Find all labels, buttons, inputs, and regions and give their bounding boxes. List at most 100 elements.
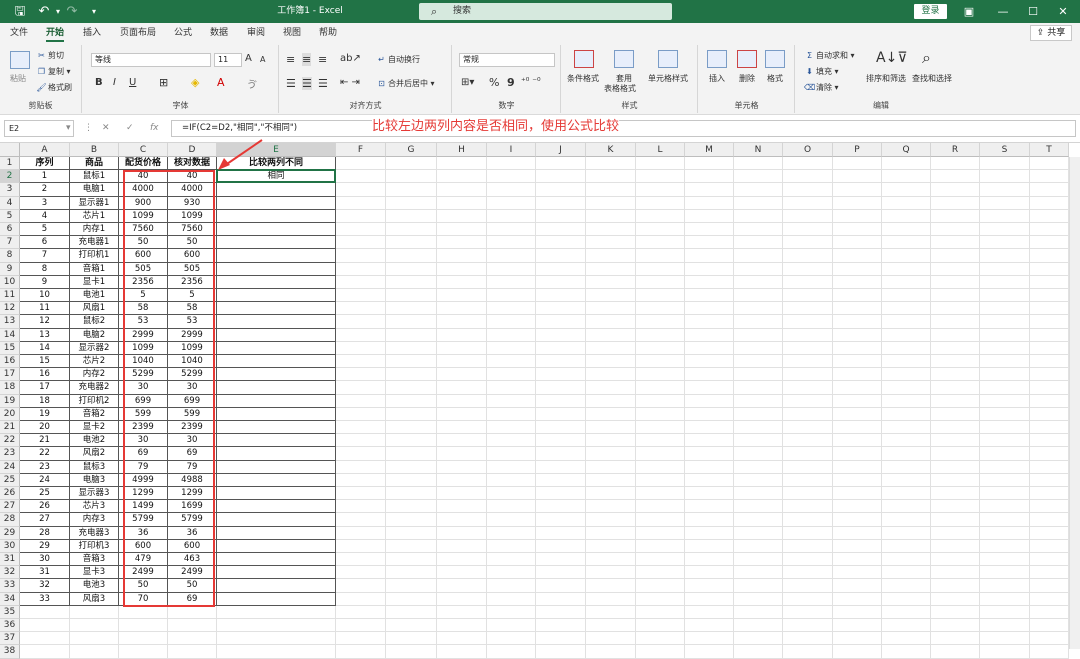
grid-cell[interactable] (931, 157, 980, 171)
grid-cell[interactable] (437, 249, 487, 263)
result-cell[interactable] (217, 447, 336, 461)
grid-cell[interactable] (882, 460, 931, 474)
grid-cell[interactable] (437, 579, 487, 593)
table-data-cell[interactable]: 20 (20, 421, 70, 435)
fill-color-icon[interactable]: ◈ (191, 76, 199, 89)
grid-cell[interactable] (980, 579, 1030, 593)
grid-cell[interactable] (487, 394, 536, 408)
table-data-cell[interactable]: 12 (20, 315, 70, 329)
grid-cell[interactable] (437, 421, 487, 435)
grid-cell[interactable] (931, 434, 980, 448)
name-box-dropdown-icon[interactable]: ▾ (66, 120, 71, 137)
formula-input[interactable]: =IF(C2=D2,"相同","不相同") (171, 120, 1076, 137)
grid-cell[interactable] (586, 157, 636, 171)
grid-cell[interactable] (437, 619, 487, 633)
currency-icon[interactable]: ⊞▾ (461, 77, 474, 88)
grid-cell[interactable] (685, 262, 734, 276)
grid-cell[interactable] (386, 355, 437, 369)
grid-cell[interactable] (882, 196, 931, 210)
grid-cell[interactable] (931, 249, 980, 263)
grid-cell[interactable] (336, 632, 386, 646)
grid-cell[interactable] (685, 328, 734, 342)
grid-cell[interactable] (536, 223, 586, 237)
grid-cell[interactable] (734, 526, 783, 540)
grid-cell[interactable] (586, 223, 636, 237)
grid-cell[interactable] (336, 196, 386, 210)
grid-cell[interactable] (386, 460, 437, 474)
underline-button[interactable]: U (129, 77, 136, 88)
grid-cell[interactable] (586, 473, 636, 487)
grid-cell[interactable] (833, 460, 882, 474)
grid-cell[interactable] (882, 368, 931, 382)
grid-cell[interactable] (1030, 209, 1069, 223)
grid-cell[interactable] (536, 460, 586, 474)
grid-cell[interactable] (536, 157, 586, 171)
grid-cell[interactable] (783, 368, 833, 382)
grid-cell[interactable] (386, 170, 437, 184)
grid-cell[interactable] (636, 513, 685, 527)
grid-cell[interactable] (980, 223, 1030, 237)
row-header-29[interactable]: 29 (0, 526, 20, 540)
result-cell[interactable] (217, 275, 336, 289)
grid-cell[interactable] (536, 236, 586, 250)
grid-cell[interactable] (734, 328, 783, 342)
table-data-cell[interactable]: 芯片2 (70, 355, 119, 369)
grid-cell[interactable] (685, 421, 734, 435)
grid-cell[interactable] (882, 223, 931, 237)
grid-cell[interactable] (980, 447, 1030, 461)
grid-cell[interactable] (487, 539, 536, 553)
tab-data[interactable]: 数据 (210, 23, 228, 43)
grid-cell[interactable] (833, 381, 882, 395)
result-cell[interactable] (217, 355, 336, 369)
table-data-cell[interactable]: 显卡3 (70, 566, 119, 580)
align-middle-icon[interactable]: ≡ (302, 53, 312, 66)
grid-cell[interactable] (536, 341, 586, 355)
grid-cell[interactable] (783, 645, 833, 659)
grid-cell[interactable] (487, 434, 536, 448)
grid-cell[interactable] (536, 249, 586, 263)
table-data-cell[interactable]: 28 (20, 526, 70, 540)
grid-cell[interactable] (487, 619, 536, 633)
grid-cell[interactable] (783, 157, 833, 171)
grid-cell[interactable] (1030, 526, 1069, 540)
grid-cell[interactable] (636, 341, 685, 355)
grid-cell[interactable] (734, 394, 783, 408)
grid-cell[interactable] (833, 500, 882, 514)
grid-cell[interactable] (437, 553, 487, 567)
grid-cell[interactable] (536, 196, 586, 210)
table-data-cell[interactable]: 电池1 (70, 289, 119, 303)
grid-cell[interactable] (783, 236, 833, 250)
grid-cell[interactable] (734, 619, 783, 633)
grid-cell[interactable] (833, 645, 882, 659)
grid-cell[interactable] (685, 381, 734, 395)
grid-cell[interactable] (119, 645, 168, 659)
grid-cell[interactable] (931, 553, 980, 567)
grid-cell[interactable] (685, 394, 734, 408)
insert-cells-button[interactable]: 插入 (709, 73, 725, 84)
result-cell[interactable] (217, 539, 336, 553)
grid-cell[interactable] (931, 513, 980, 527)
grid-cell[interactable] (487, 355, 536, 369)
grid-cell[interactable] (833, 632, 882, 646)
grid-cell[interactable] (168, 619, 217, 633)
grid-cell[interactable] (636, 328, 685, 342)
table-data-cell[interactable]: 29 (20, 539, 70, 553)
grid-cell[interactable] (386, 394, 437, 408)
grid-cell[interactable] (833, 223, 882, 237)
table-data-cell[interactable]: 2 (20, 183, 70, 197)
grid-cell[interactable] (536, 381, 586, 395)
grid-cell[interactable] (734, 236, 783, 250)
grid-cell[interactable] (437, 592, 487, 606)
grid-cell[interactable] (1030, 170, 1069, 184)
table-data-cell[interactable]: 32 (20, 579, 70, 593)
grid-cell[interactable] (833, 157, 882, 171)
grid-cell[interactable] (336, 236, 386, 250)
grid-cell[interactable] (336, 223, 386, 237)
grid-cell[interactable] (833, 170, 882, 184)
grid-cell[interactable] (487, 223, 536, 237)
column-header-a[interactable]: A (20, 143, 70, 157)
grid-cell[interactable] (437, 236, 487, 250)
grid-cell[interactable] (636, 170, 685, 184)
table-data-cell[interactable]: 25 (20, 487, 70, 501)
grid-cell[interactable] (536, 209, 586, 223)
